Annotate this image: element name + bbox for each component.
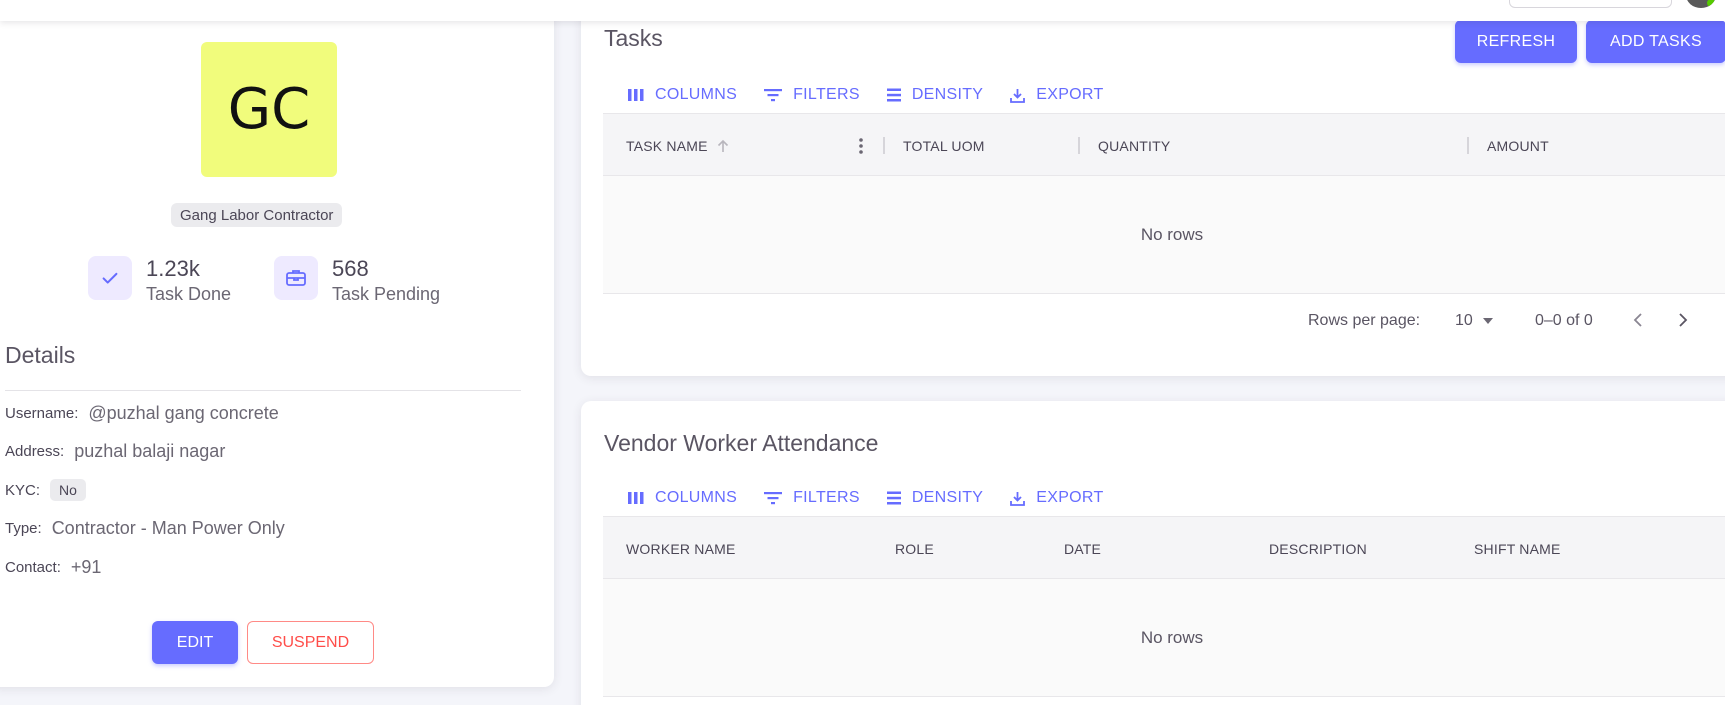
rows-per-page-select[interactable]: 10: [1455, 312, 1493, 330]
online-status-dot: [1707, 0, 1715, 7]
grid-toolbar: COLUMNS FILTERS DENSITY EXPORT: [627, 489, 1130, 507]
column-header-shift-name[interactable]: SHIFT NAME: [1474, 517, 1561, 580]
attendance-card: Vendor Worker Attendance COLUMNS FILTERS…: [581, 401, 1725, 705]
next-page-button[interactable]: [1678, 312, 1688, 333]
columns-button[interactable]: COLUMNS: [627, 86, 737, 104]
columns-button[interactable]: COLUMNS: [627, 489, 737, 507]
role-chip: Gang Labor Contractor: [171, 203, 343, 227]
export-button[interactable]: EXPORT: [1009, 489, 1103, 507]
filters-button[interactable]: FILTERS: [763, 86, 860, 104]
detail-value: @puzhal gang concrete: [88, 403, 279, 423]
filters-label: FILTERS: [793, 86, 860, 103]
columns-label: COLUMNS: [655, 86, 738, 103]
attendance-title: Vendor Worker Attendance: [604, 430, 879, 456]
chevron-left-icon: [1633, 313, 1642, 327]
check-icon: [88, 256, 132, 300]
stat-task-done: 1.23k Task Done: [88, 256, 231, 306]
detail-username: Username: @puzhal gang concrete: [5, 403, 279, 424]
column-header-quantity[interactable]: QUANTITY: [1098, 114, 1170, 177]
column-header-label: TASK NAME: [626, 137, 708, 154]
avatar-initials: GC: [227, 77, 311, 142]
column-separator[interactable]: [1078, 137, 1080, 154]
no-rows-message: No rows: [1140, 627, 1204, 647]
column-header-role[interactable]: ROLE: [895, 517, 934, 580]
stat-label: Task Done: [146, 284, 232, 304]
column-header-worker-name[interactable]: WORKER NAME: [626, 517, 736, 580]
sort-arrow-icon[interactable]: [717, 139, 729, 153]
edit-button[interactable]: EDIT: [152, 621, 238, 664]
density-icon: [886, 88, 901, 102]
detail-label: Contact:: [5, 559, 61, 576]
export-label: EXPORT: [1036, 86, 1104, 103]
download-icon: [1010, 88, 1026, 103]
grid-toolbar: COLUMNS FILTERS DENSITY EXPORT: [627, 86, 1130, 104]
top-app-bar: [0, 0, 1725, 21]
user-avatar[interactable]: [1686, 0, 1716, 8]
kyc-chip: No: [50, 479, 86, 501]
add-tasks-button[interactable]: ADD TASKS: [1586, 20, 1725, 63]
density-button[interactable]: DENSITY: [886, 489, 983, 507]
filter-icon: [764, 89, 783, 102]
filters-button[interactable]: FILTERS: [763, 489, 860, 507]
detail-contact: Contact: +91: [5, 557, 101, 578]
density-label: DENSITY: [911, 489, 984, 506]
stat-value: 1.23k: [146, 256, 200, 281]
no-rows-message: No rows: [1140, 224, 1204, 244]
tasks-title: Tasks: [604, 25, 663, 51]
details-title: Details: [5, 342, 76, 368]
pagination: Rows per page: 10 0–0 of 0: [581, 306, 1725, 336]
filter-icon: [764, 492, 783, 505]
detail-label: Type:: [5, 520, 42, 537]
column-separator[interactable]: [1467, 137, 1469, 154]
export-label: EXPORT: [1036, 489, 1104, 506]
detail-value: +91: [70, 557, 102, 577]
suspend-button[interactable]: SUSPEND: [247, 621, 374, 664]
columns-icon: [628, 89, 644, 101]
caret-down-icon: [1482, 318, 1493, 324]
profile-card: GC Gang Labor Contractor 1.23k Task Done…: [0, 0, 554, 687]
detail-label: KYC:: [5, 481, 41, 499]
column-header-amount[interactable]: AMOUNT: [1487, 114, 1549, 177]
search-input[interactable]: [1509, 0, 1672, 8]
tasks-card: Tasks REFRESH ADD TASKS COLUMNS FILTERS …: [581, 0, 1725, 376]
column-header-description[interactable]: DESCRIPTION: [1269, 517, 1367, 580]
columns-label: COLUMNS: [655, 489, 738, 506]
detail-kyc: KYC: No: [5, 479, 86, 501]
stat-value: 568: [332, 256, 369, 281]
column-separator[interactable]: [883, 137, 885, 154]
column-menu-icon[interactable]: [859, 137, 863, 155]
detail-value: Contractor - Man Power Only: [51, 518, 285, 538]
density-button[interactable]: DENSITY: [886, 86, 983, 104]
stat-task-pending: 568 Task Pending: [274, 256, 440, 306]
refresh-button[interactable]: REFRESH: [1455, 20, 1577, 63]
detail-label: Address:: [5, 443, 65, 460]
tasks-grid-body: No rows: [603, 176, 1725, 294]
detail-type: Type: Contractor - Man Power Only: [5, 518, 285, 539]
download-icon: [1010, 491, 1026, 506]
density-icon: [886, 491, 901, 505]
pagination-range: 0–0 of 0: [1535, 312, 1593, 329]
detail-value: puzhal balaji nagar: [74, 441, 226, 461]
attendance-grid-body: No rows: [603, 579, 1725, 697]
stat-label: Task Pending: [332, 284, 441, 304]
export-button[interactable]: EXPORT: [1009, 86, 1103, 104]
rows-per-page-value: 10: [1455, 312, 1473, 329]
attendance-grid-header: WORKER NAME ROLE DATE DESCRIPTION SHIFT …: [603, 516, 1725, 579]
chevron-right-icon: [1679, 313, 1688, 327]
briefcase-icon: [274, 256, 318, 300]
density-label: DENSITY: [911, 86, 984, 103]
column-header-total-uom[interactable]: TOTAL UOM: [903, 114, 985, 177]
previous-page-button[interactable]: [1633, 312, 1643, 333]
detail-label: Username:: [5, 405, 79, 422]
column-header-date[interactable]: DATE: [1064, 517, 1101, 580]
column-header-task-name[interactable]: TASK NAME: [626, 114, 729, 177]
profile-avatar: GC: [201, 42, 337, 177]
detail-address: Address: puzhal balaji nagar: [5, 441, 225, 462]
tasks-grid-header: TASK NAME TOTAL UOM QUANTITY AMOUNT: [603, 113, 1725, 176]
divider: [5, 390, 521, 391]
columns-icon: [628, 492, 644, 504]
filters-label: FILTERS: [793, 489, 860, 506]
rows-per-page-label: Rows per page:: [1308, 312, 1421, 329]
